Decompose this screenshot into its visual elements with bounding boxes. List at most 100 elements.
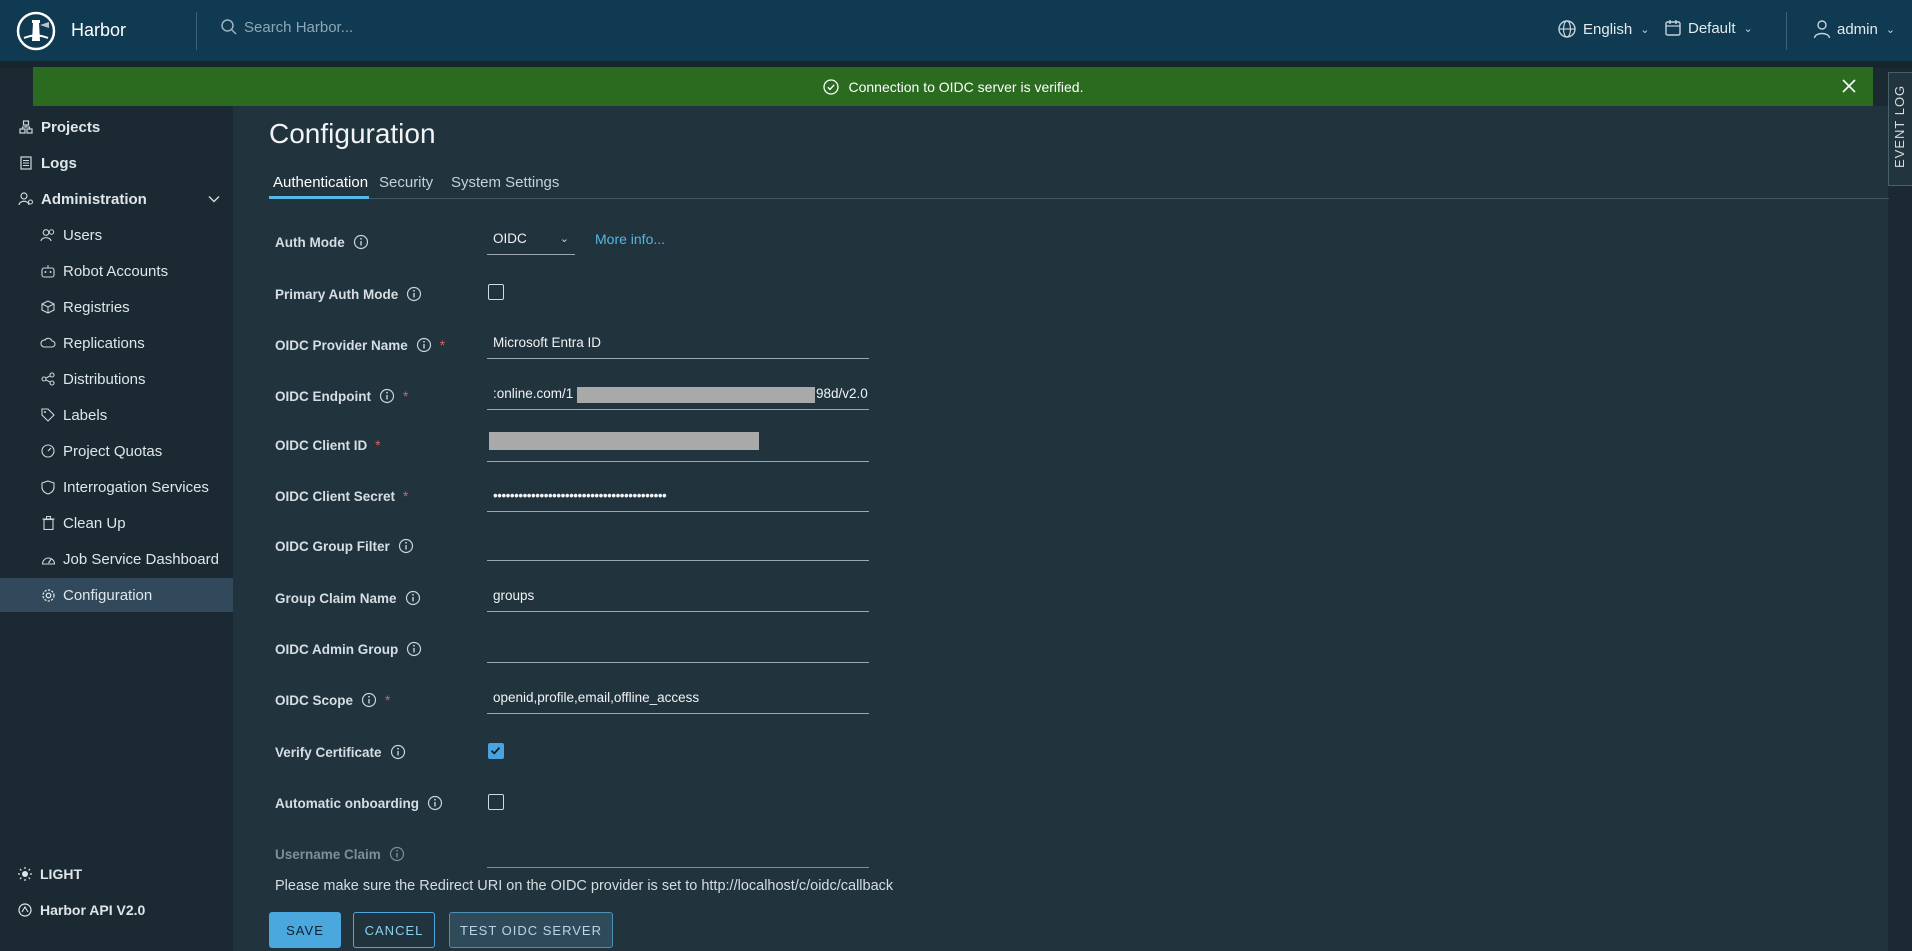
sidebar-item-configuration[interactable]: Configuration [0, 578, 233, 612]
api-label: Harbor API V2.0 [40, 902, 146, 918]
info-icon[interactable] [416, 337, 432, 353]
user-menu[interactable]: admin ⌄ [1813, 19, 1895, 39]
group-filter-row: OIDC Group Filter [275, 528, 915, 568]
theme-toggle[interactable]: LIGHT [18, 866, 82, 882]
search-box[interactable]: Search Harbor... [220, 18, 353, 36]
test-oidc-server-button[interactable]: TEST OIDC SERVER [449, 912, 613, 948]
verify-cert-row: Verify Certificate [275, 732, 915, 772]
scope-label: OIDC Scope * [275, 692, 391, 708]
endpoint-value-start: :online.com/1 [493, 386, 574, 401]
sidebar-item-label: Configuration [63, 586, 153, 604]
users-icon [40, 227, 56, 243]
tab-authentication[interactable]: Authentication [273, 174, 368, 191]
header-divider [196, 12, 197, 50]
project-selector[interactable]: Default ⌄ [1664, 19, 1753, 37]
auto-onboarding-row: Automatic onboarding [275, 783, 915, 823]
search-icon [221, 19, 237, 35]
info-icon[interactable] [353, 234, 369, 250]
info-icon[interactable] [427, 795, 443, 811]
sidebar-item-robot-accounts[interactable]: Robot Accounts [0, 254, 233, 288]
chevron-down-icon: ⌄ [1743, 22, 1753, 35]
admin-group-input[interactable] [487, 633, 869, 663]
more-info-link[interactable]: More info... [595, 231, 665, 247]
event-log-tab[interactable]: EVENT LOG [1888, 72, 1912, 186]
sidebar-item-label: Administration [41, 190, 147, 208]
username-claim-input[interactable] [487, 838, 869, 868]
info-icon[interactable] [405, 590, 421, 606]
calendar-icon [1665, 20, 1681, 36]
info-icon[interactable] [406, 641, 422, 657]
auto-onboarding-checkbox[interactable] [488, 794, 504, 810]
sidebar-item-label: Clean Up [63, 514, 126, 532]
sidebar-item-label: Logs [41, 154, 77, 172]
sidebar-item-interrogation-services[interactable]: Interrogation Services [0, 470, 233, 504]
project-label: Default [1688, 19, 1736, 37]
active-tab-indicator [269, 196, 369, 199]
top-header: Harbor Search Harbor... English ⌄ Defaul… [0, 0, 1912, 62]
sidebar-item-label: Job Service Dashboard [63, 550, 219, 568]
scope-row: OIDC Scope * openid,profile,email,offlin… [275, 680, 915, 720]
client-secret-input[interactable]: ••••••••••••••••••••••••••••••••••••••••… [487, 482, 869, 512]
redacted-block [577, 387, 815, 403]
chevron-down-icon[interactable] [207, 192, 221, 206]
cancel-button[interactable]: CANCEL [353, 912, 435, 948]
checkmark-icon [490, 746, 501, 755]
globe-icon [1558, 20, 1576, 38]
sidebar: Projects Logs Administration Users Robot… [0, 106, 233, 951]
primary-auth-mode-row: Primary Auth Mode [275, 278, 915, 318]
event-log-label: EVENT LOG [1892, 84, 1907, 168]
primary-auth-mode-checkbox[interactable] [488, 284, 504, 300]
endpoint-value-end: 98d/v2.0 [816, 386, 868, 401]
info-icon[interactable] [406, 286, 422, 302]
sidebar-item-job-service-dashboard[interactable]: Job Service Dashboard [0, 542, 233, 576]
provider-name-input[interactable]: Microsoft Entra ID [487, 329, 869, 359]
sidebar-item-label: Registries [63, 298, 130, 316]
tab-system-settings[interactable]: System Settings [451, 174, 559, 191]
sidebar-item-distributions[interactable]: Distributions [0, 362, 233, 396]
group-claim-input[interactable]: groups [487, 582, 869, 612]
info-icon[interactable] [390, 744, 406, 760]
endpoint-input[interactable]: :online.com/1 98d/v2.0 [487, 380, 869, 410]
sidebar-item-logs[interactable]: Logs [0, 146, 233, 180]
sidebar-item-clean-up[interactable]: Clean Up [0, 506, 233, 540]
sidebar-item-project-quotas[interactable]: Project Quotas [0, 434, 233, 468]
group-filter-input[interactable] [487, 531, 869, 561]
redacted-block [489, 432, 759, 450]
config-tabs: Authentication Security System Settings [269, 166, 1889, 199]
close-icon[interactable] [1839, 76, 1859, 96]
language-selector[interactable]: English ⌄ [1557, 19, 1649, 39]
sidebar-item-registries[interactable]: Registries [0, 290, 233, 324]
save-button[interactable]: SAVE [269, 912, 341, 948]
sidebar-item-administration[interactable]: Administration [0, 182, 233, 216]
sidebar-item-label: Project Quotas [63, 442, 163, 460]
sidebar-item-label: Users [63, 226, 103, 244]
user-name: admin [1837, 20, 1878, 38]
main-content: Configuration Authentication Security Sy… [233, 106, 1889, 951]
info-icon[interactable] [379, 388, 395, 404]
success-banner: Connection to OIDC server is verified. [33, 67, 1873, 106]
harbor-logo-icon[interactable] [16, 11, 56, 51]
info-icon[interactable] [389, 846, 405, 862]
scope-input[interactable]: openid,profile,email,offline_access [487, 684, 869, 714]
tab-security[interactable]: Security [379, 174, 433, 191]
redirect-uri-note: Please make sure the Redirect URI on the… [275, 878, 894, 894]
api-link[interactable]: Harbor API V2.0 [18, 902, 145, 918]
administration-icon [18, 191, 34, 207]
sidebar-item-label: Replications [63, 334, 145, 352]
sidebar-item-replications[interactable]: Replications [0, 326, 233, 360]
brand-name[interactable]: Harbor [71, 20, 126, 41]
sidebar-item-projects[interactable]: Projects [0, 110, 233, 144]
info-icon[interactable] [398, 538, 414, 554]
chevron-down-icon: ⌄ [559, 233, 569, 245]
search-input[interactable]: Search Harbor... [244, 19, 353, 36]
client-id-input[interactable] [487, 432, 869, 462]
robot-icon [40, 263, 56, 279]
sidebar-item-users[interactable]: Users [0, 218, 233, 252]
auth-mode-select[interactable]: OIDC ⌄ [487, 225, 575, 255]
sidebar-item-label: Interrogation Services [63, 478, 209, 496]
info-icon[interactable] [361, 692, 377, 708]
sidebar-item-labels[interactable]: Labels [0, 398, 233, 432]
required-mark: * [385, 692, 391, 708]
verify-cert-checkbox[interactable] [488, 743, 504, 759]
logs-icon [18, 155, 34, 171]
